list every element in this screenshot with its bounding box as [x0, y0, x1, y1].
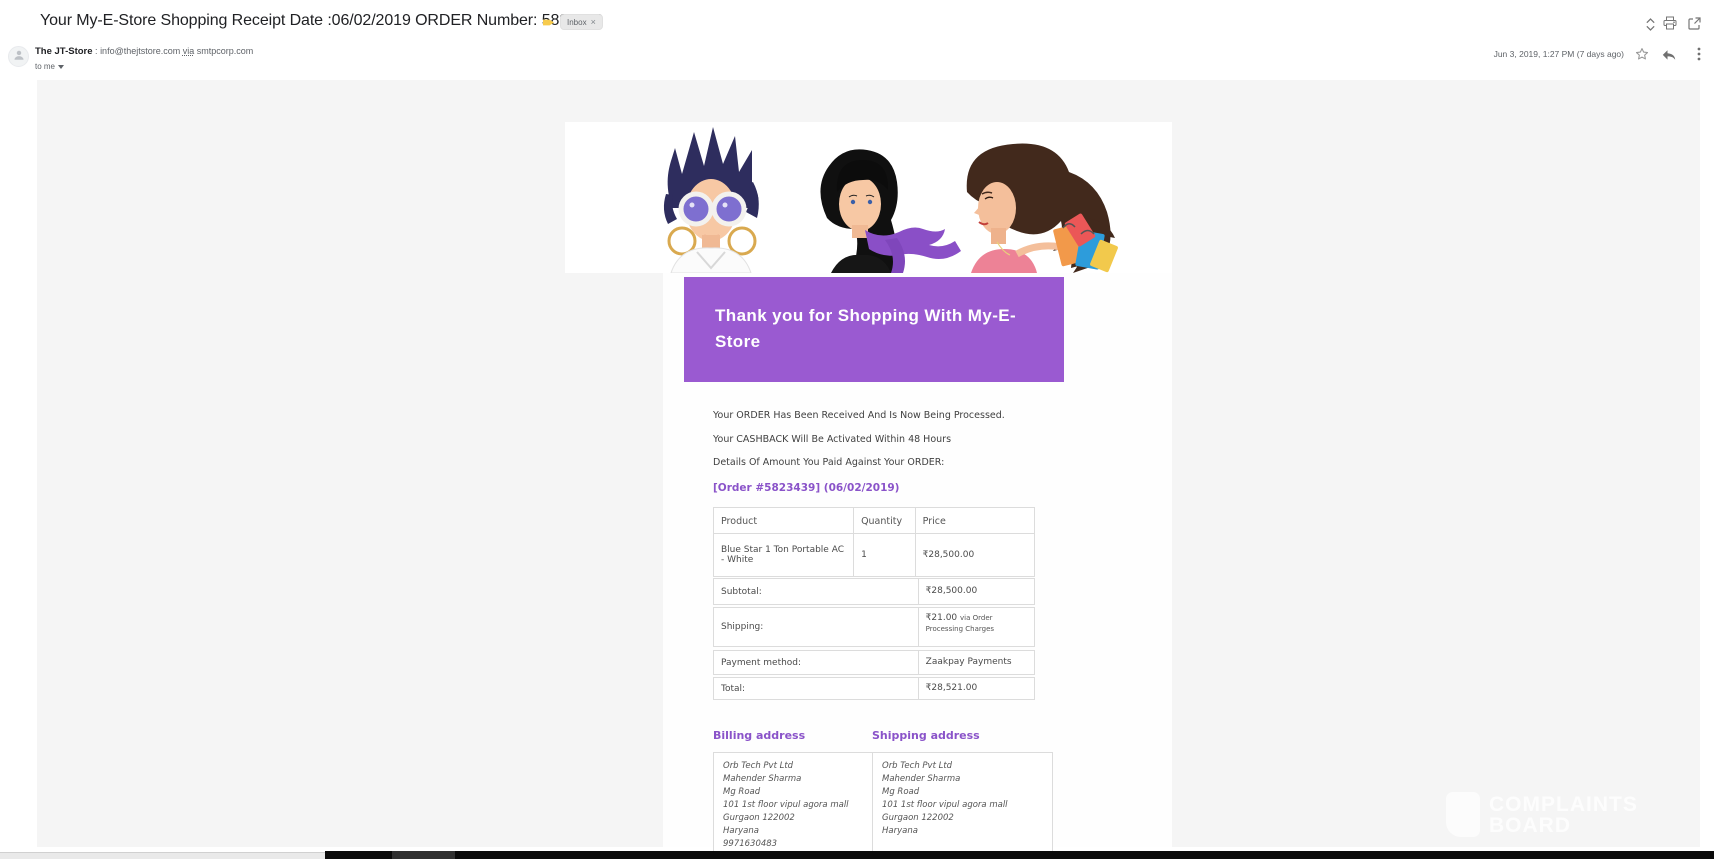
- subtotal-value: ₹28,500.00: [925, 586, 978, 596]
- summary-row-shipping: Shipping: ₹21.00 via Order Processing Ch…: [713, 607, 1035, 647]
- chevron-down-icon: [58, 64, 65, 69]
- billing-line: 9971630483: [723, 839, 778, 849]
- item-product: Blue Star 1 Ton Portable AC - White: [714, 534, 855, 576]
- shipping-address-box: Orb Tech Pvt Ltd Mahender Sharma Mg Road…: [872, 752, 1053, 859]
- shipping-line: Orb Tech Pvt Ltd: [882, 761, 953, 771]
- intro-line-2: Your CASHBACK Will Be Activated Within 4…: [713, 434, 952, 445]
- bottom-bar-dark-segment: [325, 851, 1714, 859]
- person-icon: [13, 48, 25, 66]
- reply-icon[interactable]: [1661, 47, 1677, 63]
- intro-line-1: Your ORDER Has Been Received And Is Now …: [713, 410, 1005, 421]
- order-heading: [Order #5823439] (06/02/2019): [713, 482, 900, 494]
- woman-shopping-bags: [966, 143, 1118, 273]
- summary-row-subtotal: Subtotal: ₹28,500.00: [713, 578, 1035, 605]
- header-banner-image: [565, 122, 1172, 273]
- show-details-control[interactable]: to me: [35, 62, 65, 71]
- billing-line: Mg Road: [723, 787, 761, 797]
- remove-label-icon[interactable]: ×: [591, 17, 596, 27]
- email-body-area: Thank you for Shopping With My-E-Store Y…: [37, 80, 1700, 859]
- total-label: Total:: [714, 678, 919, 699]
- subtotal-label: Subtotal:: [714, 579, 919, 604]
- inbox-label-chip[interactable]: Inbox ×: [560, 14, 603, 30]
- thank-you-title: Thank you for Shopping With My-E-Store: [715, 306, 1017, 351]
- sender-separator: :: [92, 46, 101, 56]
- star-icon[interactable]: [1634, 46, 1650, 62]
- item-quantity: 1: [854, 534, 916, 576]
- woman-scarf: [820, 149, 961, 273]
- shipping-label: Shipping:: [714, 608, 919, 646]
- sender-line: The JT-Store : info@thejtstore.com via s…: [35, 46, 253, 57]
- billing-line: Gurgaon 122002: [723, 813, 795, 823]
- watermark-logo-icon: [1446, 792, 1480, 837]
- shipping-line: 101 1st floor vipul agora mall: [882, 800, 1008, 810]
- more-options-icon[interactable]: [1691, 46, 1707, 62]
- watermark-line-1: COMPLAINTS: [1489, 792, 1638, 816]
- email-subject: Your My-E-Store Shopping Receipt Date :0…: [40, 12, 604, 29]
- payment-method-value: Zaakpay Payments: [925, 657, 1012, 667]
- intro-line-3: Details Of Amount You Paid Against Your …: [713, 457, 945, 468]
- label-tag-icon: [542, 16, 555, 29]
- gmail-message-view: Your My-E-Store Shopping Receipt Date :0…: [0, 0, 1714, 859]
- order-table-header: Product Quantity Price: [713, 507, 1035, 535]
- banner-illustration: [663, 127, 1118, 273]
- message-date: Jun 3, 2019, 1:27 PM (7 days ago): [1493, 49, 1624, 59]
- payment-method-label: Payment method:: [714, 651, 919, 674]
- inbox-label-text: Inbox: [567, 17, 587, 27]
- via-domain: smtpcorp.com: [194, 46, 254, 56]
- thank-you-banner: Thank you for Shopping With My-E-Store: [684, 277, 1064, 382]
- total-value: ₹28,521.00: [925, 683, 978, 693]
- billing-line: Haryana: [723, 826, 759, 836]
- print-icon[interactable]: [1662, 15, 1678, 31]
- col-price: Price: [922, 515, 946, 527]
- col-quantity: Quantity: [854, 508, 916, 534]
- summary-row-total: Total: ₹28,521.00: [713, 677, 1035, 700]
- watermark-line-2: BOARD: [1489, 813, 1571, 837]
- sender-name: The JT-Store: [35, 46, 93, 57]
- woman-sunglasses: [663, 127, 759, 273]
- shipping-line: Mg Road: [882, 787, 920, 797]
- summary-row-payment: Payment method: Zaakpay Payments: [713, 650, 1035, 675]
- complaintsboard-watermark: COMPLAINTS BOARD: [1446, 792, 1638, 837]
- order-item-row: Blue Star 1 Ton Portable AC - White 1 ₹2…: [713, 533, 1035, 577]
- item-price: ₹28,500.00: [922, 550, 975, 560]
- billing-address-heading: Billing address: [713, 729, 806, 742]
- shipping-address-heading: Shipping address: [872, 729, 980, 742]
- sender-email: info@thejtstore.com: [100, 46, 183, 56]
- sender-avatar[interactable]: [8, 46, 29, 67]
- shipping-value: ₹21.00: [925, 613, 961, 623]
- shipping-line: Mahender Sharma: [882, 774, 961, 784]
- open-in-new-icon[interactable]: [1686, 15, 1702, 31]
- bottom-bar-mid-segment: [392, 851, 455, 859]
- via-label: via: [182, 46, 195, 56]
- billing-line: Orb Tech Pvt Ltd: [723, 761, 794, 771]
- shipping-line: Haryana: [882, 826, 918, 836]
- billing-line: 101 1st floor vipul agora mall: [723, 800, 849, 810]
- bottom-bar-light-segment: [0, 852, 325, 859]
- billing-address-box: Orb Tech Pvt Ltd Mahender Sharma Mg Road…: [713, 752, 880, 859]
- billing-line: Mahender Sharma: [723, 774, 802, 784]
- shipping-line: Gurgaon 122002: [882, 813, 954, 823]
- col-product: Product: [714, 508, 855, 534]
- expand-collapse-icon[interactable]: [1642, 16, 1658, 32]
- recipient-label: to me: [35, 62, 56, 71]
